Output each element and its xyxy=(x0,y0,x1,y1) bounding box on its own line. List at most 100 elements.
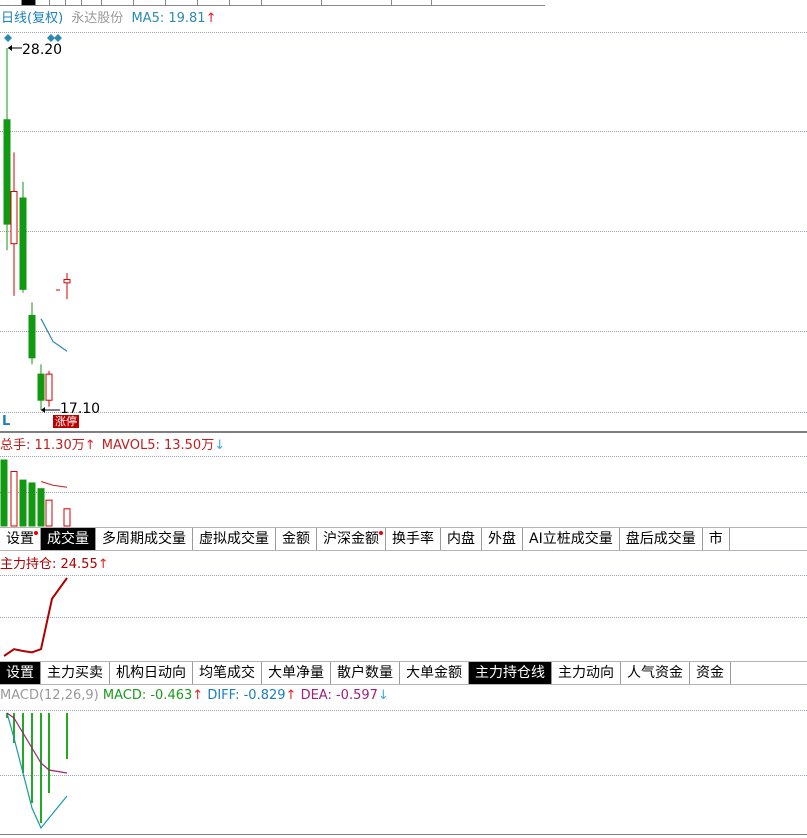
period-tab[interactable] xyxy=(230,0,262,5)
volume-tab-6[interactable]: 换手率 xyxy=(386,528,441,550)
volume-tab-0[interactable]: 设置 xyxy=(0,528,41,550)
period-tab[interactable] xyxy=(50,0,66,5)
volume-tab-label: 换手率 xyxy=(392,531,434,547)
position-tab-label: 主力买卖 xyxy=(47,665,103,681)
candle-body xyxy=(3,119,11,225)
panel-separator xyxy=(0,431,807,433)
macd-arrow: ↑ xyxy=(192,688,204,703)
volume-tab-4[interactable]: 金额 xyxy=(276,528,317,550)
volume-tab-5[interactable]: 沪深金额 xyxy=(317,528,386,550)
volume-tab-label: 市 xyxy=(708,531,723,547)
position-tab-5[interactable]: 散户数量 xyxy=(331,662,400,684)
volume-tab-3[interactable]: 虚拟成交量 xyxy=(193,528,276,550)
volume-tab-8[interactable]: 外盘 xyxy=(482,528,523,550)
period-tab[interactable] xyxy=(166,0,198,5)
mavol5-label: MAVOL5: 13.50万 xyxy=(101,438,215,453)
volume-bar xyxy=(19,479,27,527)
position-arrow: ↑ xyxy=(97,557,109,572)
volume-bar xyxy=(28,482,36,527)
position-line-chart[interactable] xyxy=(0,574,807,659)
volume-bar xyxy=(45,499,53,527)
position-tab-6[interactable]: 大单金额 xyxy=(400,662,469,684)
position-tab-3[interactable]: 均笔成交 xyxy=(193,662,262,684)
volume-tab-label: 多周期成交量 xyxy=(102,531,186,547)
volume-tab-10[interactable]: 盘后成交量 xyxy=(620,528,703,550)
high-price-label: 28.20 xyxy=(22,42,63,58)
period-tab[interactable] xyxy=(392,0,432,5)
macd-chart[interactable] xyxy=(0,708,807,834)
position-tab-label: 主力动向 xyxy=(558,665,614,681)
position-tab-8[interactable]: 主力动向 xyxy=(552,662,621,684)
position-tab-label: 大单金额 xyxy=(406,665,462,681)
limit-up-badge: 涨停 xyxy=(53,415,79,428)
position-tab-label: 资金 xyxy=(696,665,724,681)
position-tab-0[interactable]: 设置 xyxy=(0,662,41,684)
period-tab[interactable] xyxy=(322,0,392,5)
volume-tab-label: 成交量 xyxy=(47,531,89,547)
top-period-tabs xyxy=(0,0,545,6)
period-tab[interactable] xyxy=(198,0,230,5)
volume-chart[interactable] xyxy=(0,457,807,527)
dea-arrow: ↓ xyxy=(377,688,389,703)
position-indicator-tabs: 设置 主力买卖 机构日动向 均笔成交 大单净量 散户数量 大单金额 主力持仓线 主力动向 人气资金… xyxy=(0,661,807,685)
volume-tab-label: 虚拟成交量 xyxy=(199,531,269,547)
position-tab-1[interactable]: 主力买卖 xyxy=(41,662,110,684)
macd-value: MACD: -0.463 xyxy=(102,688,193,703)
diamond-marker-icon xyxy=(4,34,12,42)
candle-body xyxy=(28,314,36,359)
arrow-left-icon xyxy=(41,407,45,413)
position-tab-4[interactable]: 大单净量 xyxy=(262,662,331,684)
period-tab[interactable] xyxy=(66,0,82,5)
dea-line xyxy=(6,712,68,774)
volume-tab-label: 盘后成交量 xyxy=(625,531,696,547)
bottom-border xyxy=(0,834,807,835)
period-tab[interactable] xyxy=(0,0,22,5)
volume-tab-7[interactable]: 内盘 xyxy=(441,528,482,550)
volume-tab-label: 设置 xyxy=(6,531,34,547)
position-tab-label: 设置 xyxy=(6,665,34,681)
volume-tab-label: 沪深金额 xyxy=(323,531,379,547)
volume-tab-11[interactable]: 市 xyxy=(703,528,730,550)
arrow-left-icon xyxy=(8,45,12,51)
ma5-label: MA5: 19.81 xyxy=(131,11,206,26)
diamond-marker-icon xyxy=(47,34,55,42)
mavol5-line xyxy=(40,481,68,488)
diff-line xyxy=(6,712,68,830)
ma5-arrow: ↑ xyxy=(205,11,217,26)
candle-body xyxy=(63,279,71,284)
period-tab[interactable] xyxy=(262,0,322,5)
chart-type-label[interactable]: 日线(复权) xyxy=(1,11,63,26)
macd-panel-header: MACD(12,26,9) MACD: -0.463↑ DIFF: -0.829… xyxy=(0,688,389,704)
diff-arrow: ↑ xyxy=(285,688,297,703)
volume-tab-label: 内盘 xyxy=(447,531,475,547)
position-tab-7[interactable]: 主力持仓线 xyxy=(469,662,552,684)
candlestick-chart[interactable] xyxy=(0,30,807,430)
period-tab-active[interactable] xyxy=(22,0,36,5)
position-line xyxy=(3,577,68,657)
position-tab-9[interactable]: 人气资金 xyxy=(621,662,690,684)
period-tab[interactable] xyxy=(134,0,166,5)
notification-dot-icon xyxy=(379,531,383,535)
volume-tab-label: 外盘 xyxy=(488,531,516,547)
volume-tab-1[interactable]: 成交量 xyxy=(41,528,96,550)
volume-bar xyxy=(0,459,8,527)
volume-bar xyxy=(37,488,45,527)
period-tab[interactable] xyxy=(102,0,134,5)
volume-tab-2[interactable]: 多周期成交量 xyxy=(96,528,193,550)
macd-params: MACD(12,26,9) xyxy=(0,688,99,703)
diff-value: DIFF: -0.829 xyxy=(207,688,286,703)
period-tab[interactable] xyxy=(82,0,102,5)
position-tab-label: 机构日动向 xyxy=(116,665,186,681)
position-tab-label: 均笔成交 xyxy=(199,665,255,681)
volume-indicator-tabs: 设置 成交量 多周期成交量 虚拟成交量 金额 沪深金额 换手率 内盘 外盘 AI立桩成交量 盘后成交… xyxy=(0,527,807,551)
position-tab-2[interactable]: 机构日动向 xyxy=(110,662,193,684)
position-panel-header: 主力持仓: 24.55↑ xyxy=(0,557,109,573)
candle-body xyxy=(45,373,53,401)
volume-tab-label: 金额 xyxy=(282,531,310,547)
total-volume-arrow: ↑ xyxy=(84,438,96,453)
position-tab-10[interactable]: 资金 xyxy=(690,662,731,684)
volume-tab-9[interactable]: AI立桩成交量 xyxy=(523,528,620,550)
period-tab[interactable] xyxy=(36,0,50,5)
dea-value: DEA: -0.597 xyxy=(300,688,378,703)
corner-letter: L xyxy=(2,414,11,429)
